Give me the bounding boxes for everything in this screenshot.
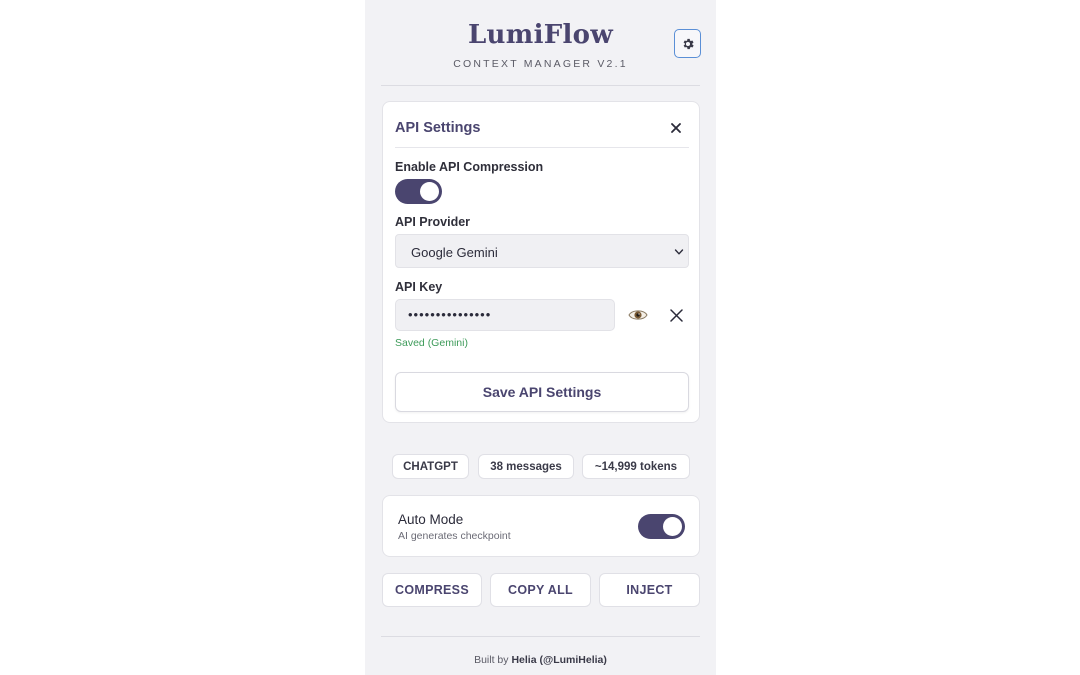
copy-all-button[interactable]: COPY ALL: [490, 573, 591, 607]
provider-label: API Provider: [395, 215, 471, 229]
api-settings-divider: [395, 147, 689, 148]
footer-divider: [381, 636, 700, 637]
api-key-value: •••••••••••••••: [408, 307, 492, 322]
api-settings-card: API Settings Enable API Compression API …: [382, 101, 700, 423]
gear-icon: [683, 38, 694, 49]
extension-popup: LumiFlow CONTEXT MANAGER V2.1 API Settin…: [365, 0, 716, 675]
show-key-button[interactable]: [627, 305, 649, 325]
platform-chip: CHATGPT: [392, 454, 469, 479]
eye-icon: [628, 310, 648, 320]
header: LumiFlow CONTEXT MANAGER V2.1: [365, 0, 716, 86]
footer-prefix: Built by: [474, 654, 509, 666]
compression-toggle[interactable]: [395, 179, 442, 204]
auto-mode-card: Auto Mode AI generates checkpoint: [382, 495, 700, 557]
compress-button[interactable]: COMPRESS: [382, 573, 482, 607]
footer: Built by Helia (@LumiHelia): [365, 654, 716, 666]
toggle-knob: [663, 517, 682, 536]
messages-count-chip: 38 messages: [478, 454, 574, 479]
compression-label: Enable API Compression: [395, 160, 544, 174]
auto-mode-toggle[interactable]: [638, 514, 685, 539]
close-icon: [671, 123, 681, 133]
provider-select[interactable]: Google Gemini: [395, 234, 689, 268]
app-subtitle: CONTEXT MANAGER V2.1: [453, 58, 628, 70]
tokens-count-chip: ~14,999 tokens: [582, 454, 690, 479]
settings-button[interactable]: [674, 29, 701, 58]
toggle-knob: [420, 182, 439, 201]
api-key-status: Saved (Gemini): [395, 337, 468, 349]
clear-key-button[interactable]: [667, 306, 685, 324]
api-key-label: API Key: [395, 280, 443, 294]
app-title: LumiFlow: [467, 20, 614, 50]
provider-value: Google Gemini: [411, 245, 498, 260]
footer-author: Helia (@LumiHelia): [511, 654, 607, 666]
close-api-settings-button[interactable]: [667, 119, 685, 137]
save-api-settings-button[interactable]: Save API Settings: [395, 372, 689, 412]
chevron-down-icon: [674, 249, 684, 255]
header-divider: [381, 85, 700, 86]
auto-mode-title: Auto Mode: [398, 512, 464, 527]
api-key-input[interactable]: •••••••••••••••: [395, 299, 615, 331]
inject-button[interactable]: INJECT: [599, 573, 700, 607]
auto-mode-description: AI generates checkpoint: [398, 530, 511, 542]
clear-icon: [669, 308, 683, 322]
api-settings-title: API Settings: [395, 120, 481, 136]
